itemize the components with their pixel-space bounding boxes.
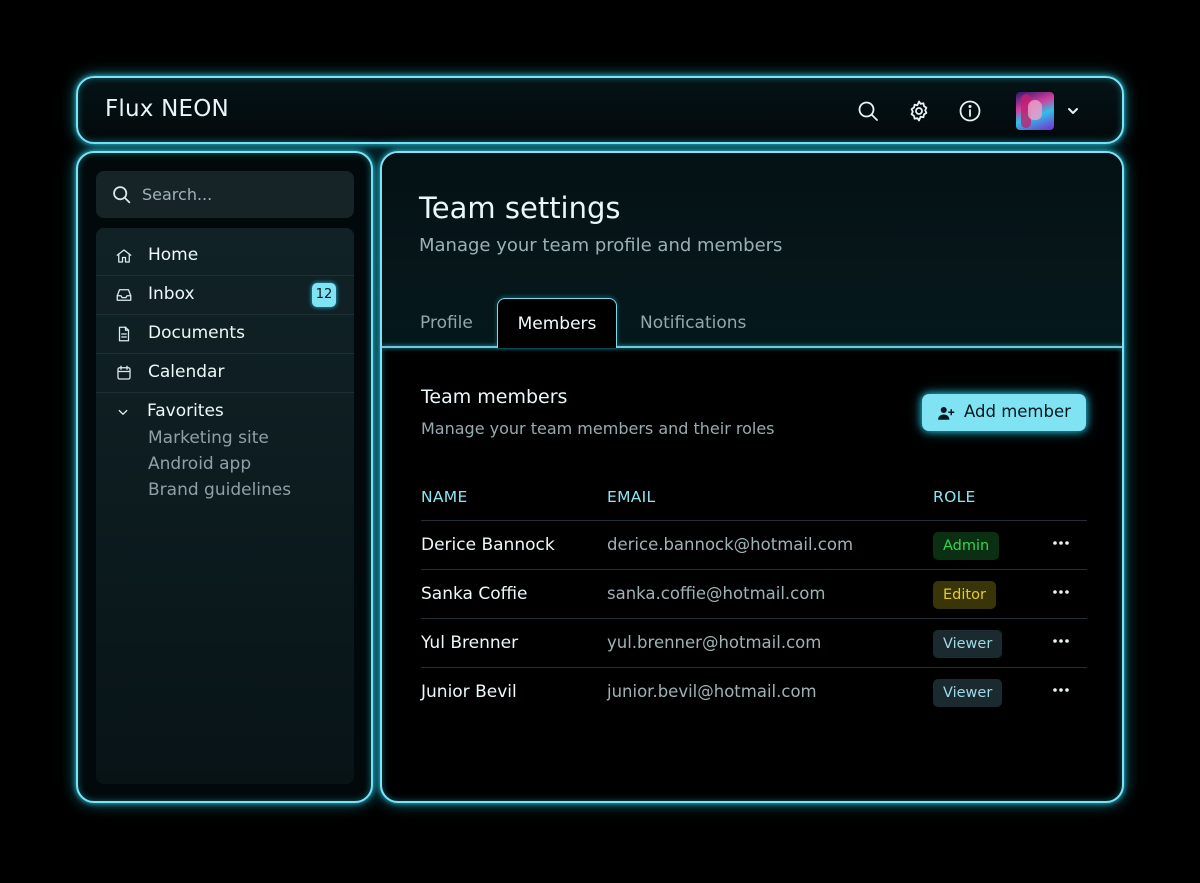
page-title: Team settings	[419, 191, 621, 225]
member-name: Yul Brenner	[421, 633, 519, 653]
inbox-icon	[116, 289, 132, 301]
section-subtitle: Manage your team members and their roles	[421, 419, 775, 438]
role-badge: Viewer	[933, 679, 1003, 707]
gear-icon[interactable]	[907, 99, 931, 123]
more-options-icon[interactable]	[1051, 680, 1071, 700]
search-icon	[113, 186, 131, 204]
sidebar-item-label: Favorites	[147, 401, 224, 421]
add-member-button[interactable]: Add member	[922, 394, 1086, 431]
document-icon	[118, 326, 130, 342]
section-title: Team members	[421, 386, 568, 408]
member-email: yul.brenner@hotmail.com	[607, 633, 822, 652]
table-row[interactable]: Yul Brenner yul.brenner@hotmail.com View…	[421, 618, 1087, 667]
app-header: Flux NEON	[76, 76, 1124, 144]
member-name: Junior Bevil	[421, 682, 517, 702]
tab-notifications[interactable]: Notifications	[640, 313, 746, 333]
home-icon	[116, 249, 132, 263]
tab-divider	[382, 346, 1122, 348]
search-field[interactable]	[96, 171, 354, 218]
sidebar-item-inbox[interactable]: Inbox 12	[96, 276, 354, 315]
add-user-icon	[938, 407, 955, 420]
table-row[interactable]: Derice Bannock derice.bannock@hotmail.co…	[421, 520, 1087, 569]
column-header-email[interactable]: EMAIL	[607, 488, 655, 506]
table-row[interactable]: Junior Bevil junior.bevil@hotmail.com Vi…	[421, 667, 1087, 716]
main-panel: Team settings Manage your team profile a…	[380, 151, 1124, 803]
favorite-marketing-site[interactable]: Marketing site	[148, 428, 269, 448]
app-title: Flux NEON	[105, 96, 229, 122]
chevron-down-icon	[118, 409, 128, 415]
avatar-face	[1028, 100, 1042, 120]
role-badge: Editor	[933, 581, 996, 609]
tab-profile[interactable]: Profile	[420, 313, 473, 333]
more-options-icon[interactable]	[1051, 533, 1071, 553]
sidebar-item-label: Inbox	[148, 284, 195, 304]
member-email: sanka.coffie@hotmail.com	[607, 584, 826, 603]
calendar-icon	[117, 365, 131, 380]
column-header-role[interactable]: ROLE	[933, 488, 976, 506]
sidebar-item-home[interactable]: Home	[96, 237, 354, 276]
sidebar-item-documents[interactable]: Documents	[96, 315, 354, 354]
tab-members[interactable]: Members	[497, 298, 617, 348]
sidebar-item-label: Calendar	[148, 362, 225, 382]
add-member-label: Add member	[964, 402, 1071, 421]
sidebar-item-favorites[interactable]: Favorites	[96, 393, 354, 432]
more-options-icon[interactable]	[1051, 582, 1071, 602]
sidebar: Home Inbox 12 Documents Calendar Favorit…	[76, 151, 373, 803]
table-row[interactable]: Sanka Coffie sanka.coffie@hotmail.com Ed…	[421, 569, 1087, 618]
chevron-down-icon[interactable]	[1064, 102, 1082, 120]
sidebar-item-calendar[interactable]: Calendar	[96, 354, 354, 393]
info-icon[interactable]	[958, 99, 982, 123]
member-name: Sanka Coffie	[421, 584, 528, 604]
favorite-android-app[interactable]: Android app	[148, 454, 251, 474]
inbox-count-badge: 12	[312, 283, 336, 307]
role-badge: Admin	[933, 532, 1000, 560]
column-header-name[interactable]: NAME	[421, 488, 468, 506]
avatar[interactable]	[1016, 92, 1054, 130]
member-email: junior.bevil@hotmail.com	[607, 682, 817, 701]
sidebar-item-label: Home	[148, 245, 199, 265]
search-input[interactable]	[142, 171, 342, 218]
role-badge: Viewer	[933, 630, 1003, 658]
member-name: Derice Bannock	[421, 535, 555, 555]
page-subtitle: Manage your team profile and members	[419, 235, 783, 256]
favorite-brand-guidelines[interactable]: Brand guidelines	[148, 480, 291, 500]
sidebar-item-label: Documents	[148, 323, 245, 343]
search-icon[interactable]	[856, 99, 880, 123]
more-options-icon[interactable]	[1051, 631, 1071, 651]
sidebar-nav: Home Inbox 12 Documents Calendar Favorit…	[96, 228, 354, 784]
member-email: derice.bannock@hotmail.com	[607, 535, 854, 554]
